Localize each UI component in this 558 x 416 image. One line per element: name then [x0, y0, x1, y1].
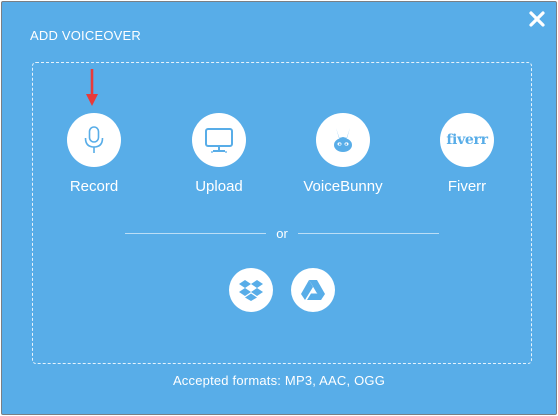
- annotation-pointer-icon: [86, 69, 98, 106]
- voicebunny-button[interactable]: [316, 113, 370, 167]
- fiverr-option[interactable]: fiverr Fiverr: [417, 113, 517, 195]
- dropbox-icon: [239, 280, 263, 301]
- add-voiceover-dialog: ADD VOICEOVER Record Upload VoiceBunny f…: [1, 1, 557, 415]
- or-divider: or: [125, 223, 439, 243]
- monitor-icon: [205, 128, 233, 153]
- bunny-icon: [334, 128, 352, 152]
- dialog-title: ADD VOICEOVER: [30, 28, 141, 43]
- record-label: Record: [69, 178, 119, 195]
- annotation-arrow-icon: [86, 121, 100, 159]
- google-drive-button[interactable]: [291, 268, 335, 312]
- close-icon: [529, 11, 545, 27]
- voicebunny-label: VoiceBunny: [303, 178, 383, 195]
- accepted-formats-text: Accepted formats: MP3, AAC, OGG: [172, 373, 386, 388]
- voiceover-options: Record Upload VoiceBunny fiverr Fiverr: [33, 113, 531, 213]
- close-button[interactable]: [528, 10, 546, 28]
- fiverr-button[interactable]: fiverr: [440, 113, 494, 167]
- google-drive-icon: [301, 280, 325, 300]
- divider-line-right: [297, 232, 439, 234]
- upload-label: Upload: [195, 178, 243, 195]
- fiverr-logo-icon: fiverr: [446, 132, 488, 148]
- voiceover-drop-zone[interactable]: Record Upload VoiceBunny fiverr Fiverr o…: [32, 62, 532, 364]
- upload-option[interactable]: Upload: [169, 113, 269, 195]
- upload-button[interactable]: [192, 113, 246, 167]
- dropbox-button[interactable]: [229, 268, 273, 312]
- fiverr-label: Fiverr: [447, 178, 487, 195]
- or-text: or: [276, 225, 288, 241]
- voicebunny-option[interactable]: VoiceBunny: [293, 113, 393, 195]
- divider-line-left: [125, 232, 267, 234]
